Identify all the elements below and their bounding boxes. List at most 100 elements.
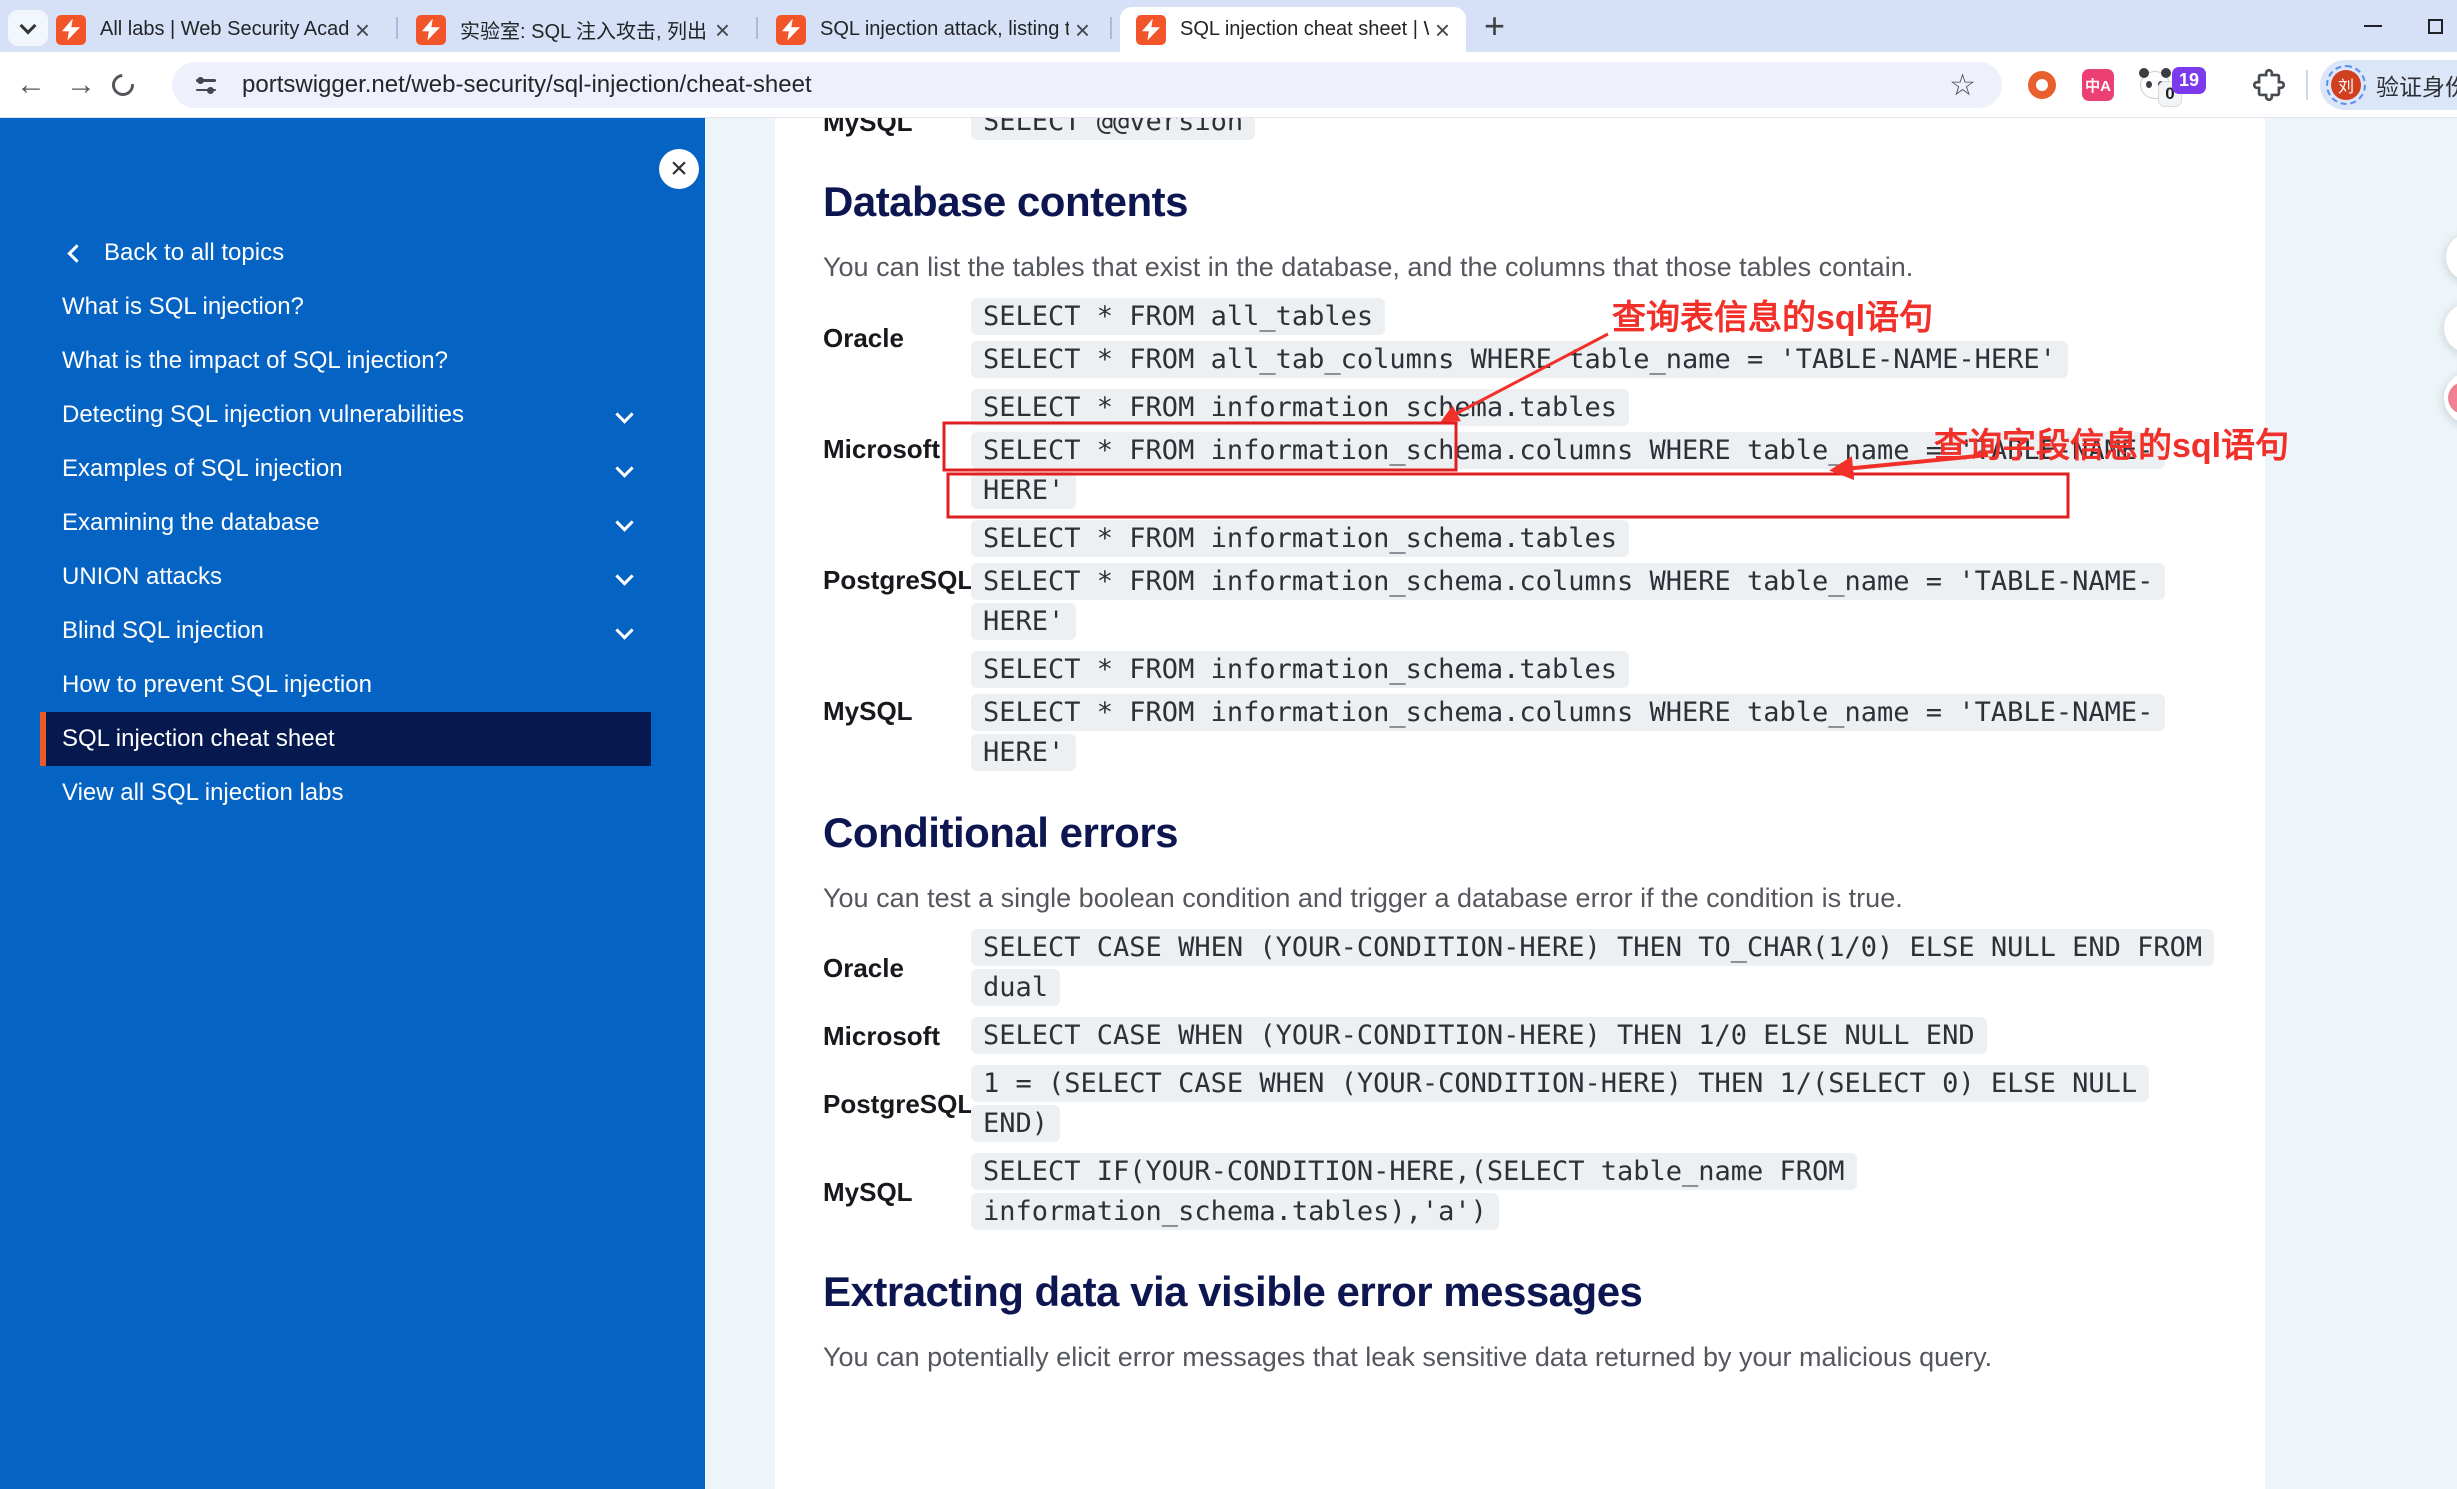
tab-close-button[interactable]: × [1069, 17, 1096, 43]
topic-sidebar: × Back to all topics What is SQL injecti… [0, 118, 705, 1489]
browser-tab[interactable]: SQL injection cheat sheet | W × [1120, 7, 1466, 52]
sidebar-item[interactable]: Examining the database [0, 496, 705, 550]
cheatsheet-row: PostgreSQL SELECT * FROM information_sche… [823, 519, 2265, 642]
tab-strip: All labs | Web Security Acade × 实验室: SQL 注… [0, 0, 2457, 52]
tab-close-button[interactable]: × [709, 17, 736, 43]
sidebar-item[interactable]: SQL injection cheat sheet [40, 712, 651, 766]
sidebar-item-label: UNION attacks [62, 563, 223, 590]
code-stack: SELECT IF(YOUR-CONDITION-HERE,(SELECT ta… [971, 1152, 2221, 1232]
ring-icon [2028, 71, 2056, 99]
sql-code: SELECT * FROM information_schema.tables [971, 651, 1629, 688]
sidebar-close-button[interactable]: × [659, 149, 699, 189]
sql-code: SELECT CASE WHEN (YOUR-CONDITION-HERE) T… [971, 1017, 1987, 1054]
lightning-bolt-icon [782, 18, 800, 41]
cheatsheet-row: Oracle SELECT CASE WHEN (YOUR-CONDITION-H… [823, 928, 2265, 1008]
extension-panda-icon[interactable]: 0 [2139, 52, 2181, 118]
back-button[interactable]: ← [8, 52, 54, 118]
sidebar-item[interactable]: What is SQL injection? [0, 280, 705, 334]
database-label: PostgreSQL [823, 1088, 974, 1119]
code-stack: SELECT * FROM information_schema.tables S… [971, 519, 2221, 642]
section-intro: You can test a single boolean condition … [823, 883, 1903, 913]
lightning-bolt-icon [1142, 18, 1160, 41]
sql-code: SELECT IF(YOUR-CONDITION-HERE,(SELECT ta… [971, 1153, 1857, 1230]
extension-proxy-icon[interactable] [2028, 52, 2056, 118]
browser-toolbar: ← → portswigger.net/web-security/sql-inj… [0, 52, 2457, 118]
maximize-button[interactable] [2428, 18, 2443, 34]
sidebar-item[interactable]: Blind SQL injection [0, 604, 705, 658]
database-label: Oracle [823, 323, 904, 353]
sidebar-item[interactable]: UNION attacks [0, 550, 705, 604]
site-settings-icon[interactable] [196, 77, 216, 94]
sidebar-back-link[interactable]: Back to all topics [0, 226, 705, 280]
code-line: SELECT CASE WHEN (YOUR-CONDITION-HERE) T… [971, 928, 2221, 1008]
section-intro: You can potentially elicit error message… [823, 1342, 1993, 1372]
cheatsheet-row: Oracle SELECT * FROM all_tables SELECT * F… [823, 297, 2265, 380]
tab-title: All labs | Web Security Acade [100, 18, 349, 40]
sidebar-item-label: How to prevent SQL injection [62, 671, 372, 698]
chevron-down-icon [615, 513, 634, 532]
portswigger-favicon [56, 14, 86, 45]
code-line: SELECT * FROM all_tab_columns WHERE tabl… [971, 340, 2068, 380]
extensions-menu-button[interactable] [2252, 52, 2286, 118]
sidebar-item[interactable]: Detecting SQL injection vulnerabilities [0, 388, 705, 442]
chevron-down-icon [615, 405, 634, 424]
cheatsheet-row: Microsoft SELECT CASE WHEN (YOUR-CONDITIO… [823, 1016, 2265, 1056]
code-stack: 1 = (SELECT CASE WHEN (YOUR-CONDITION-HE… [971, 1064, 2221, 1144]
sidebar-item[interactable]: How to prevent SQL injection [0, 658, 705, 712]
floating-button[interactable] [2446, 233, 2457, 281]
portswigger-favicon [416, 14, 446, 45]
tab-close-button[interactable]: × [349, 17, 376, 43]
browser-tab[interactable]: SQL injection attack, listing t × [760, 7, 1106, 52]
code-line: SELECT IF(YOUR-CONDITION-HERE,(SELECT ta… [971, 1152, 2221, 1232]
code-line: SELECT * FROM information_schema.tables [971, 519, 1629, 559]
sql-code: SELECT * FROM all_tables [971, 298, 1386, 335]
profile-label: 验证身份 [2376, 74, 2457, 100]
database-label: PostgreSQL [823, 565, 974, 595]
new-tab-button[interactable]: + [1484, 8, 1505, 44]
floating-button[interactable] [2444, 303, 2457, 353]
portswigger-favicon [1136, 14, 1166, 45]
floating-button[interactable] [2444, 372, 2457, 424]
sql-code: SELECT @@version [971, 118, 1256, 140]
forward-button[interactable]: → [58, 52, 104, 118]
code-line: SELECT * FROM information_schema.columns… [971, 431, 2221, 511]
url-text[interactable]: portswigger.net/web-security/sql-injecti… [242, 71, 1949, 99]
minimize-button[interactable] [2364, 25, 2382, 27]
sidebar-item[interactable]: Examples of SQL injection [0, 442, 705, 496]
section-intro: You can list the tables that exist in th… [823, 252, 1914, 282]
cheatsheet-row: MySQL SELECT * FROM information_schema.ta… [823, 650, 2265, 773]
sidebar-back-label: Back to all topics [104, 239, 285, 266]
code-line: SELECT CASE WHEN (YOUR-CONDITION-HERE) T… [971, 1016, 1987, 1056]
tab-title: SQL injection attack, listing t [820, 18, 1069, 40]
browser-tab[interactable]: 实验室: SQL 注入攻击, 列出 (× [400, 7, 746, 52]
sql-code: SELECT * FROM information_schema.tables [971, 520, 1629, 557]
sidebar-item[interactable]: What is the impact of SQL injection? [0, 334, 705, 388]
address-bar[interactable]: portswigger.net/web-security/sql-injecti… [172, 62, 2002, 108]
profile-chip[interactable]: 刘 验证身份 [2320, 60, 2457, 110]
reload-button[interactable] [107, 69, 139, 101]
cheatsheet-row: MySQL SELECT @@version [823, 118, 2265, 142]
database-label: MySQL [823, 1176, 913, 1207]
section-heading: Conditional errors [823, 809, 1179, 856]
sidebar-item-label: What is the impact of SQL injection? [62, 347, 448, 374]
tab-title: SQL injection cheat sheet | W [1180, 18, 1429, 40]
sidebar-item[interactable]: View all SQL injection labs [0, 766, 705, 820]
sidebar-item-label: Blind SQL injection [62, 617, 264, 644]
extension-translate-icon[interactable]: 中A [2082, 52, 2114, 118]
code-line: SELECT * FROM information_schema.columns… [971, 562, 2221, 642]
code-stack: SELECT * FROM all_tables SELECT * FROM al… [971, 297, 2221, 380]
bookmark-star-icon[interactable]: ☆ [1949, 68, 1976, 103]
avatar-sync-ring: 刘 [2326, 65, 2366, 105]
database-label: MySQL [823, 696, 913, 726]
section-heading: Extracting data via visible error messag… [823, 1268, 1643, 1315]
chevron-left-icon [67, 243, 86, 263]
code-stack: SELECT @@version [971, 118, 2221, 142]
database-label: Microsoft [823, 1020, 940, 1051]
tab-title: 实验室: SQL 注入攻击, 列出 ( [460, 21, 709, 43]
browser-tab[interactable]: All labs | Web Security Acade × [40, 7, 386, 52]
chevron-down-icon [19, 17, 37, 34]
database-label: MySQL [823, 118, 913, 137]
cheatsheet-row: MySQL SELECT IF(YOUR-CONDITION-HERE,(SELE… [823, 1152, 2265, 1232]
tab-close-button[interactable]: × [1429, 17, 1456, 43]
sql-code: SELECT * FROM all_tab_columns WHERE tabl… [971, 341, 2068, 378]
